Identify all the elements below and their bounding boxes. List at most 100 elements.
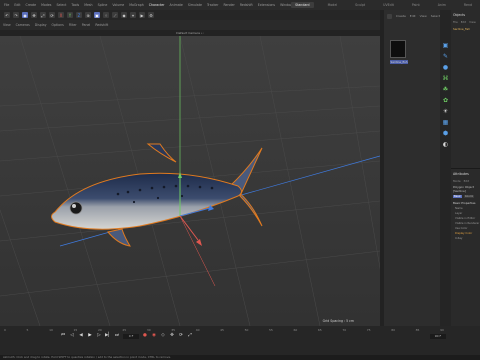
menu-edit[interactable]: Edit bbox=[14, 3, 20, 7]
timeline-panel: 0 5 10 15 20 25 30 35 40 45 50 55 60 65 … bbox=[0, 326, 480, 360]
attr-menu-mode[interactable]: Mode bbox=[453, 179, 461, 183]
field-icon[interactable]: ✿ bbox=[442, 97, 449, 104]
record-icon[interactable]: ● bbox=[142, 333, 148, 339]
next-frame-icon[interactable]: ▷ bbox=[96, 333, 102, 339]
menu-redshift[interactable]: Redshift bbox=[240, 3, 253, 7]
mograph-icon[interactable]: ☘ bbox=[442, 86, 449, 93]
menu-create[interactable]: Create bbox=[26, 3, 37, 7]
prop-xray[interactable]: X-Ray bbox=[451, 236, 480, 241]
vp-menu-filter[interactable]: Filter bbox=[69, 23, 77, 27]
menu-simulate[interactable]: Simulate bbox=[188, 3, 202, 7]
menu-mesh[interactable]: Mesh bbox=[84, 3, 92, 7]
vp-menu-panel[interactable]: Panel bbox=[82, 23, 91, 27]
snap-icon[interactable]: ⌖ bbox=[130, 12, 136, 18]
rotate-tool-icon[interactable]: ⟳ bbox=[49, 12, 55, 18]
rotation-key-icon[interactable]: ⟳ bbox=[178, 333, 184, 339]
attributes-manager: Attributes Mode Edit Polygon Object [Sar… bbox=[451, 168, 480, 326]
menu-animate[interactable]: Animate bbox=[170, 3, 183, 7]
menu-tools[interactable]: Tools bbox=[71, 3, 79, 7]
move-tool-icon[interactable]: ✥ bbox=[31, 12, 37, 18]
z-axis-lock-icon[interactable]: Z bbox=[76, 12, 82, 18]
3d-viewport[interactable]: Grid Spacing : 5 cm bbox=[0, 36, 380, 326]
menu-spline[interactable]: Spline bbox=[98, 3, 108, 7]
layout-sculpt[interactable]: Sculpt bbox=[351, 2, 369, 8]
pen-icon[interactable]: ✎ bbox=[442, 53, 449, 60]
tick-label: 0 bbox=[4, 327, 6, 332]
go-to-end-icon[interactable]: ⏭ bbox=[114, 333, 120, 339]
x-axis-lock-icon[interactable]: X bbox=[58, 12, 64, 18]
tag-icon[interactable]: ⬢ bbox=[442, 130, 449, 137]
go-to-start-icon[interactable]: ⏮ bbox=[60, 333, 66, 339]
edges-mode-icon[interactable]: ⟋ bbox=[112, 12, 118, 18]
redo-icon[interactable]: ↷ bbox=[13, 12, 19, 18]
mm-tab-edit[interactable]: Edit bbox=[410, 14, 416, 18]
menu-extensions[interactable]: Extensions bbox=[258, 3, 275, 7]
object-row-sardine[interactable]: Sardine_fish bbox=[451, 27, 480, 31]
layout-rend[interactable]: Rend bbox=[460, 2, 476, 8]
transport-controls: ⏮ ◁ ◀ ▶ ▷ ▶▏ ⏭ 0 F ● ◉ ◇ ✥ ⟳ ⤢ bbox=[60, 333, 193, 339]
material-name[interactable]: Sardine_fish bbox=[390, 60, 408, 64]
menu-render[interactable]: Render bbox=[223, 3, 234, 7]
tick-label: 15 bbox=[73, 327, 78, 332]
mm-tab-view[interactable]: View bbox=[420, 14, 427, 18]
cube-icon[interactable]: ▣ bbox=[442, 42, 449, 49]
points-mode-icon[interactable]: ⁘ bbox=[103, 12, 109, 18]
status-bar: Azimuth: Click and drag to rotate. Hold … bbox=[0, 355, 480, 360]
attr-tab-coord[interactable]: Coord. bbox=[463, 195, 475, 198]
end-frame-field[interactable]: 90 F bbox=[430, 334, 446, 339]
layout-model[interactable]: Model bbox=[324, 2, 342, 8]
objects-menu-view[interactable]: View bbox=[469, 20, 476, 24]
attributes-title: Attributes bbox=[453, 172, 469, 176]
coord-system-icon[interactable]: ⊕ bbox=[85, 12, 91, 18]
scale-tool-icon[interactable]: ⤢ bbox=[40, 12, 46, 18]
next-key-icon[interactable]: ▶▏ bbox=[105, 333, 112, 339]
menu-select[interactable]: Select bbox=[56, 3, 66, 7]
layout-uvedit[interactable]: UVEdit bbox=[379, 2, 398, 8]
select-tool-icon[interactable]: ◉ bbox=[22, 12, 28, 18]
menu-mograph[interactable]: MoGraph bbox=[129, 3, 143, 7]
attr-tab-basic[interactable]: Basic bbox=[453, 195, 462, 198]
panel-menu-icon[interactable] bbox=[387, 13, 392, 19]
menu-tracker[interactable]: Tracker bbox=[207, 3, 219, 7]
camera-icon[interactable]: ▦ bbox=[442, 119, 449, 126]
play-icon[interactable]: ▶ bbox=[87, 333, 93, 339]
mm-tab-create[interactable]: Create bbox=[396, 14, 406, 18]
deformer-icon[interactable]: ⌘ bbox=[442, 75, 449, 82]
mm-tab-select[interactable]: Select bbox=[431, 14, 440, 18]
menu-file[interactable]: File bbox=[4, 3, 9, 7]
vp-menu-redshift[interactable]: Redshift bbox=[95, 23, 108, 27]
render-settings-icon[interactable]: ⚙ bbox=[148, 12, 154, 18]
layout-anim[interactable]: Anim bbox=[434, 2, 450, 8]
material-swatch[interactable] bbox=[390, 40, 406, 58]
objects-menu-file[interactable]: File bbox=[453, 20, 458, 24]
layout-paint[interactable]: Paint bbox=[408, 2, 424, 8]
current-frame-field[interactable]: 0 F bbox=[123, 333, 139, 339]
menu-volume[interactable]: Volume bbox=[112, 3, 124, 7]
objects-menu-edit[interactable]: Edit bbox=[461, 20, 466, 24]
light-icon[interactable]: ☀ bbox=[442, 108, 449, 115]
vp-menu-display[interactable]: Display bbox=[35, 23, 47, 27]
menu-modes[interactable]: Modes bbox=[41, 3, 51, 7]
objects-submenu: File Edit View bbox=[451, 20, 480, 24]
undo-icon[interactable]: ↶ bbox=[4, 12, 10, 18]
attr-menu-edit[interactable]: Edit bbox=[464, 179, 469, 183]
scale-key-icon[interactable]: ⤢ bbox=[187, 333, 193, 339]
layout-standard[interactable]: Standard bbox=[291, 2, 314, 8]
polygons-mode-icon[interactable]: ◆ bbox=[121, 12, 127, 18]
objects-title: Objects bbox=[453, 13, 466, 17]
prev-key-icon[interactable]: ◁ bbox=[69, 333, 75, 339]
menu-character[interactable]: Character bbox=[149, 3, 165, 7]
model-mode-icon[interactable]: ▣ bbox=[94, 12, 100, 18]
y-axis-lock-icon[interactable]: Y bbox=[67, 12, 73, 18]
keyframe-icon[interactable]: ◇ bbox=[160, 333, 166, 339]
autokey-icon[interactable]: ◉ bbox=[151, 333, 157, 339]
position-key-icon[interactable]: ✥ bbox=[169, 333, 175, 339]
scene-icon[interactable]: ◐ bbox=[442, 141, 449, 148]
sphere-icon[interactable]: ● bbox=[442, 64, 449, 71]
vp-menu-options[interactable]: Options bbox=[52, 23, 64, 27]
prev-frame-icon[interactable]: ◀ bbox=[78, 333, 84, 339]
render-view-icon[interactable]: ▶ bbox=[139, 12, 145, 18]
timeline-ruler[interactable]: 0 5 10 15 20 25 30 35 40 45 50 55 60 65 … bbox=[4, 326, 444, 333]
vp-menu-cameras[interactable]: Cameras bbox=[16, 23, 30, 27]
vp-menu-view[interactable]: View bbox=[3, 23, 11, 27]
